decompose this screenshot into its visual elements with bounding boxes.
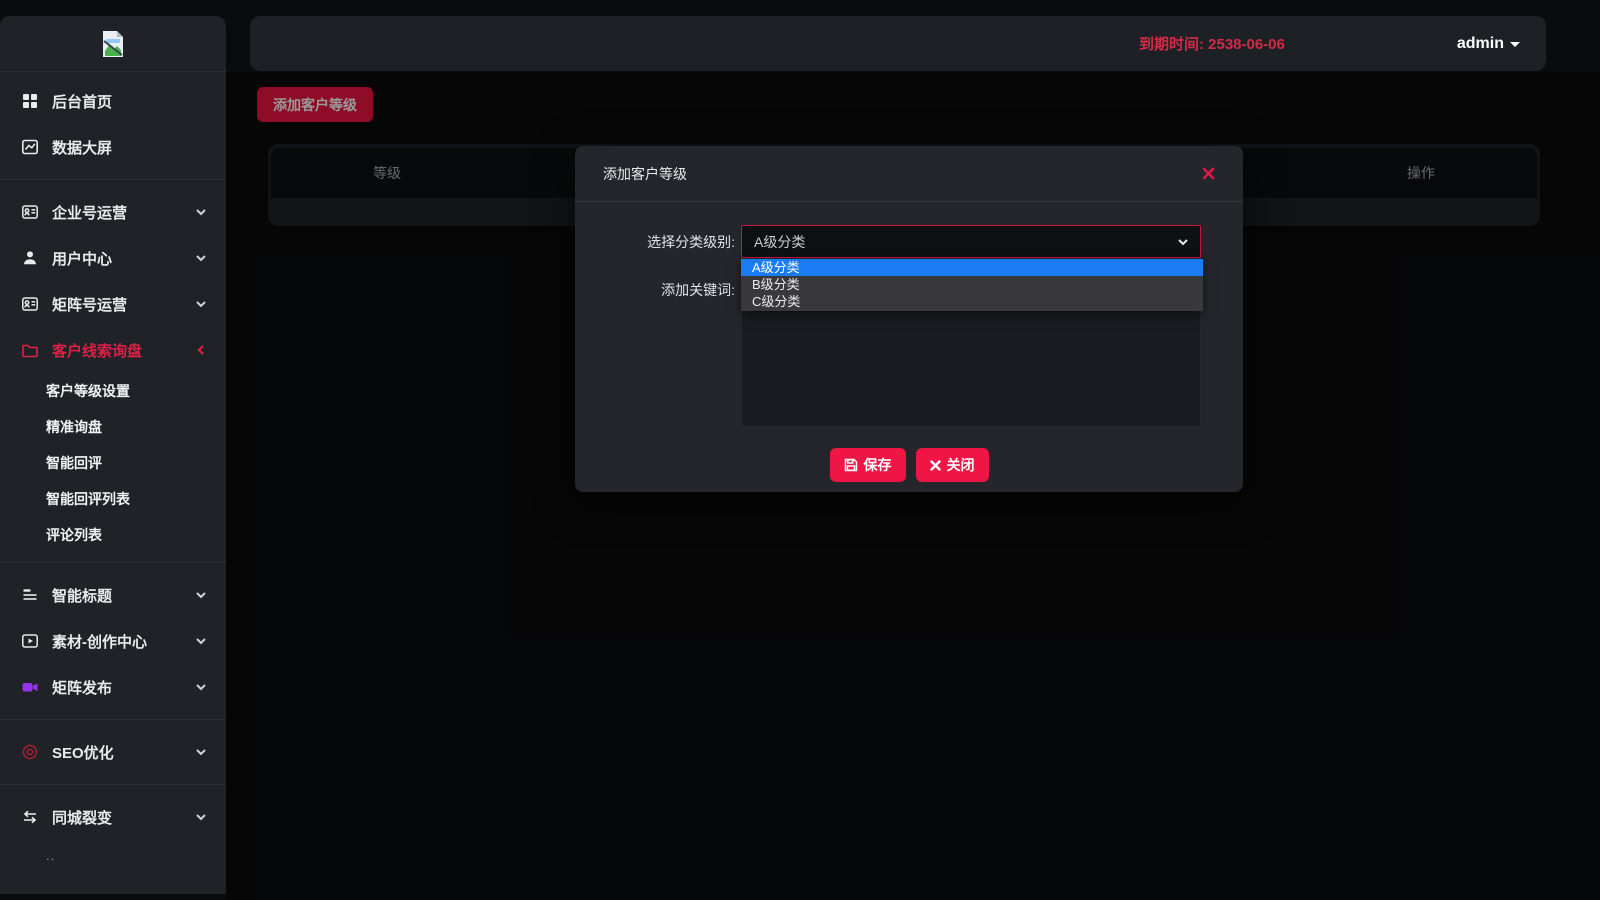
sidebar-item-matrix-publish[interactable]: 矩阵发布 <box>0 664 226 710</box>
sidebar-item-label: 矩阵发布 <box>52 677 112 698</box>
expiry-date-text: 到期时间: 2538-06-06 <box>1139 33 1285 54</box>
keywords-label: 添加关键词: <box>603 280 735 300</box>
category-select[interactable]: A级分类 <box>741 225 1201 258</box>
subitem-label: 评论列表 <box>46 525 102 545</box>
chevron-down-icon <box>194 205 208 219</box>
sidebar-nav: 后台首页 数据大屏 企业号运营 <box>0 72 226 870</box>
sidebar-item-label: 智能标题 <box>52 585 112 606</box>
sidebar-divider <box>0 784 226 785</box>
logo-area <box>0 16 226 72</box>
media-play-icon <box>20 632 40 650</box>
subitem-label: 智能回评列表 <box>46 489 130 509</box>
save-floppy-icon <box>844 458 858 472</box>
sidebar-subitem-smart-reply-list[interactable]: 智能回评列表 <box>0 481 226 517</box>
sidebar-subitem-comment-list[interactable]: 评论列表 <box>0 517 226 553</box>
dropdown-option-a[interactable]: A级分类 <box>741 259 1203 276</box>
chevron-down-icon <box>194 745 208 759</box>
sidebar-item-enterprise[interactable]: 企业号运营 <box>0 189 226 235</box>
sidebar-item-usercenter[interactable]: 用户中心 <box>0 235 226 281</box>
sidebar-item-smart-title[interactable]: 智能标题 <box>0 572 226 618</box>
category-select-dropdown: A级分类 B级分类 C级分类 <box>741 259 1203 311</box>
category-level-row: 选择分类级别: A级分类 A级分类 B级分类 C级分类 <box>575 225 1243 258</box>
category-select-value: A级分类 <box>754 232 805 252</box>
sidebar-item-label: 矩阵号运营 <box>52 294 127 315</box>
video-camera-icon <box>20 678 40 696</box>
chevron-down-icon <box>1176 235 1190 249</box>
save-button-label: 保存 <box>864 455 892 475</box>
sidebar-item-customer-leads[interactable]: 客户线索询盘 <box>0 327 226 373</box>
sidebar-item-label: 素材-创作中心 <box>52 631 147 652</box>
sidebar-item-dashboard[interactable]: 后台首页 <box>0 78 226 124</box>
sidebar-divider <box>0 562 226 563</box>
sidebar-subitem-smart-reply[interactable]: 智能回评 <box>0 445 226 481</box>
subitem-label: 客户等级设置 <box>46 381 130 401</box>
sidebar-item-label: SEO优化 <box>52 742 114 763</box>
sidebar-item-material-center[interactable]: 素材-创作中心 <box>0 618 226 664</box>
chevron-down-icon <box>194 588 208 602</box>
dropdown-option-c[interactable]: C级分类 <box>741 293 1203 310</box>
chevron-down-icon <box>194 297 208 311</box>
sidebar-item-matrix-operation[interactable]: 矩阵号运营 <box>0 281 226 327</box>
subitem-label: 精准询盘 <box>46 417 102 437</box>
sidebar-divider <box>0 179 226 180</box>
sidebar-item-datascreen[interactable]: 数据大屏 <box>0 124 226 170</box>
save-button[interactable]: 保存 <box>830 448 906 482</box>
chevron-down-icon <box>194 680 208 694</box>
id-card-icon <box>20 203 40 221</box>
sidebar-subitem-level-settings[interactable]: 客户等级设置 <box>0 373 226 409</box>
sidebar-item-label: 后台首页 <box>52 91 112 112</box>
grid-icon <box>20 92 40 110</box>
folder-icon <box>20 341 40 359</box>
sidebar: 后台首页 数据大屏 企业号运营 <box>0 16 226 894</box>
close-icon[interactable] <box>1202 167 1215 180</box>
category-level-label: 选择分类级别: <box>603 232 735 252</box>
dropdown-option-b[interactable]: B级分类 <box>741 276 1203 293</box>
sidebar-more-indicator: .. <box>0 840 226 870</box>
sidebar-item-label: 客户线索询盘 <box>52 340 142 361</box>
add-customer-level-modal: 添加客户等级 选择分类级别: A级分类 A级分类 B级分类 C级分类 添加关键词… <box>575 146 1243 492</box>
subitem-label: 智能回评 <box>46 453 102 473</box>
close-x-icon <box>930 460 941 471</box>
id-card-icon <box>20 295 40 313</box>
chart-icon <box>20 138 40 156</box>
seo-circle-icon <box>20 743 40 761</box>
modal-footer: 保存 关闭 <box>575 448 1243 482</box>
caret-down-icon <box>1510 42 1520 47</box>
modal-title: 添加客户等级 <box>603 164 687 184</box>
sidebar-item-local-fission[interactable]: 同城裂变 <box>0 794 226 840</box>
close-button[interactable]: 关闭 <box>916 448 989 482</box>
username-label: admin <box>1457 35 1504 53</box>
more-label: .. <box>46 848 55 863</box>
sidebar-item-label: 企业号运营 <box>52 202 127 223</box>
chevron-left-icon <box>194 343 208 357</box>
chevron-down-icon <box>194 810 208 824</box>
chevron-down-icon <box>194 251 208 265</box>
broken-image-icon <box>101 30 125 58</box>
sidebar-divider <box>0 719 226 720</box>
exchange-arrows-icon <box>20 808 40 826</box>
sidebar-item-label: 同城裂变 <box>52 807 112 828</box>
admin-dropdown[interactable]: admin <box>1457 35 1520 53</box>
sidebar-item-label: 用户中心 <box>52 248 112 269</box>
close-button-label: 关闭 <box>947 455 975 475</box>
sidebar-subitem-precise-inquiry[interactable]: 精准询盘 <box>0 409 226 445</box>
user-icon <box>20 249 40 267</box>
modal-header: 添加客户等级 <box>575 146 1243 202</box>
chevron-down-icon <box>194 634 208 648</box>
category-select-wrap: A级分类 A级分类 B级分类 C级分类 <box>741 225 1201 258</box>
sidebar-item-seo[interactable]: SEO优化 <box>0 729 226 775</box>
topbar: 到期时间: 2538-06-06 admin <box>250 16 1546 71</box>
sidebar-item-label: 数据大屏 <box>52 137 112 158</box>
title-lines-icon <box>20 586 40 604</box>
